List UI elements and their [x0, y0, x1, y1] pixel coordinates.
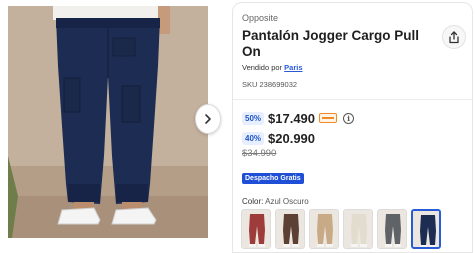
price-row: 40% $20.990: [242, 130, 315, 146]
color-label: Color: Azul Oscuro: [242, 197, 309, 206]
color-swatch-4[interactable]: [377, 209, 407, 249]
divider: [233, 99, 472, 100]
info-icon[interactable]: i: [343, 112, 355, 124]
selected-color-name: Azul Oscuro: [265, 197, 309, 206]
next-image-button[interactable]: [195, 104, 221, 134]
sold-by: Vendido por Paris: [242, 63, 303, 72]
share-button[interactable]: [442, 25, 466, 49]
color-swatches: [241, 209, 441, 249]
swatch-thumbnail: [344, 210, 372, 248]
discount-badge: 40%: [242, 131, 265, 145]
swatch-thumbnail: [378, 210, 406, 248]
card-price-row: 50% $17.490 i: [242, 110, 355, 126]
color-swatch-2[interactable]: [309, 209, 339, 249]
product-info-panel: Opposite Pantalón Jogger Cargo Pull On V…: [232, 2, 473, 253]
seller-link[interactable]: Paris: [284, 63, 302, 72]
product-gallery: [0, 0, 222, 253]
sold-by-label: Vendido por: [242, 63, 283, 72]
swatch-thumbnail: [413, 211, 439, 247]
product-image[interactable]: [8, 6, 208, 238]
color-swatch-5[interactable]: [411, 209, 441, 249]
color-label-prefix: Color:: [242, 197, 264, 206]
free-shipping-badge: Despacho Gratis: [242, 173, 304, 184]
color-swatch-0[interactable]: [241, 209, 271, 249]
swatch-thumbnail: [242, 210, 270, 248]
current-price: $20.990: [268, 130, 316, 146]
card-price: $17.490: [268, 110, 316, 126]
swatch-thumbnail: [276, 210, 304, 248]
color-swatch-1[interactable]: [275, 209, 305, 249]
product-sku: SKU 238699032: [242, 80, 298, 89]
card-discount-badge: 50%: [242, 111, 265, 125]
card-badge-icon: [319, 113, 338, 123]
product-title: Pantalón Jogger Cargo Pull On: [242, 28, 420, 59]
swatch-thumbnail: [310, 210, 338, 248]
original-price: $34.990: [242, 148, 277, 159]
color-swatch-3[interactable]: [343, 209, 373, 249]
share-icon: [449, 30, 459, 43]
product-brand[interactable]: Opposite: [242, 13, 278, 23]
chevron-right-icon: [205, 114, 211, 124]
